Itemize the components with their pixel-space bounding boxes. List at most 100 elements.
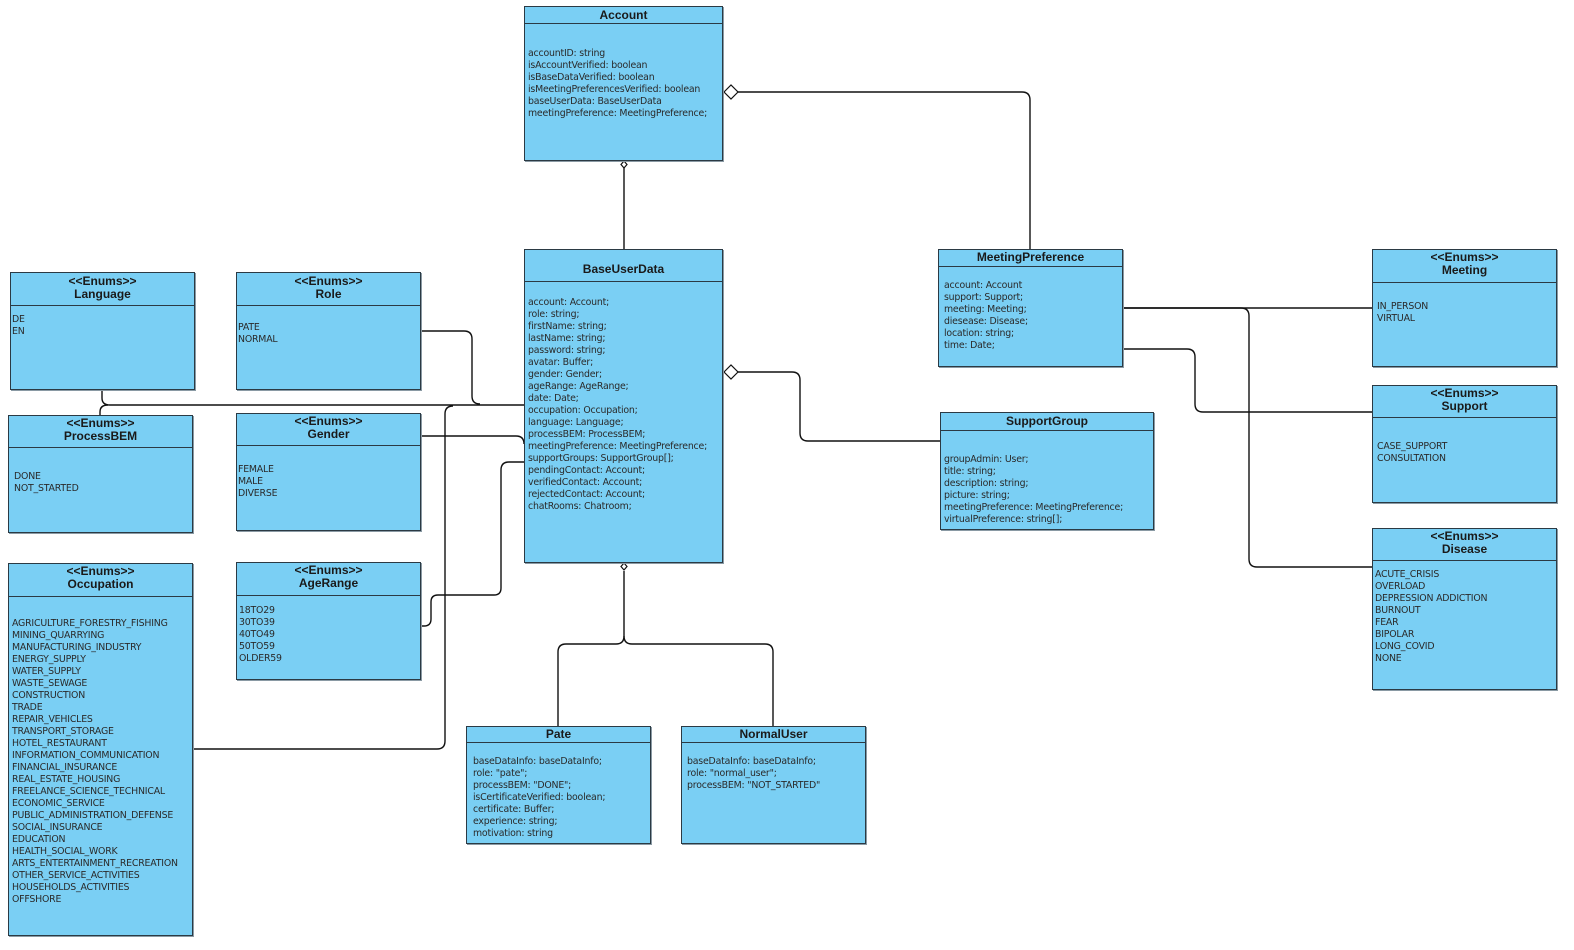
list-item: LONG_COVID (1375, 641, 1435, 652)
class-meeting-preference[interactable]: MeetingPreference account: Account suppor… (938, 249, 1123, 367)
enum-occupation[interactable]: <<Enums>> Occupation AGRICULTURE_FORESTR… (8, 563, 193, 936)
connector-baseuserdata-pate[interactable] (557, 571, 625, 726)
list-item: IN_PERSON (1377, 301, 1429, 312)
class-base-user-data[interactable]: BaseUserData account: Account; role: stri… (524, 249, 723, 563)
list-item: baseDataInfo: baseDataInfo; (687, 756, 816, 767)
list-item: baseUserData: BaseUserData (528, 96, 662, 107)
list-item: FINANCIAL_INSURANCE (12, 762, 118, 773)
connector-meetingpreference-disease[interactable] (1122, 307, 1372, 568)
enum-role[interactable]: <<Enums>> Role PATE NORMAL (236, 272, 421, 390)
enum-header: <<Enums>> Role (237, 273, 420, 306)
enum-header: <<Enums>> ProcessBEM (9, 416, 192, 448)
class-header: BaseUserData (525, 250, 722, 282)
list-item: motivation: string (473, 828, 553, 839)
connector-language-baseuserdata[interactable] (101, 390, 524, 406)
list-item: password: string; (528, 345, 606, 356)
list-item: TRADE (12, 702, 43, 713)
connector-account-meetingpreference[interactable] (738, 91, 1031, 249)
enum-name: Language (74, 287, 131, 301)
enum-values: DE EN (11, 306, 194, 338)
list-item: 40TO49 (239, 629, 275, 640)
list-item: REPAIR_VEHICLES (12, 714, 93, 725)
list-item: VIRTUAL (1377, 313, 1415, 324)
class-name: NormalUser (739, 727, 808, 741)
class-support-group[interactable]: SupportGroup groupAdmin: User; title: str… (940, 412, 1154, 530)
attribute-list: account: Account support: Support; meeting… (939, 267, 1122, 352)
connector-meetingpreference-support[interactable] (1122, 348, 1372, 413)
list-item: MALE (238, 476, 263, 487)
enum-values: IN_PERSON VIRTUAL (1373, 283, 1556, 325)
enum-gender[interactable]: <<Enums>> Gender FEMALE MALE DIVERSE (236, 413, 421, 531)
enum-name: Meeting (1441, 263, 1488, 277)
class-pate[interactable]: Pate baseDataInfo: baseDataInfo; role: "p… (466, 726, 651, 844)
list-item: AGRICULTURE_FORESTRY_FISHING (12, 618, 168, 629)
enum-values: DONE NOT_STARTED (9, 448, 192, 495)
list-item: picture: string; (944, 490, 1010, 501)
enum-header: <<Enums>> Gender (237, 414, 420, 446)
list-item: chatRooms: Chatroom; (528, 501, 632, 512)
class-name: Account (599, 8, 648, 22)
connector-gender-baseuserdata[interactable] (420, 435, 525, 445)
enum-disease[interactable]: <<Enums>> Disease ACUTE_CRISIS OVERLOAD DE… (1372, 528, 1557, 690)
list-item: support: Support; (944, 292, 1023, 303)
enum-values: AGRICULTURE_FORESTRY_FISHING MINING_QUARR… (9, 597, 192, 906)
list-item: REAL_ESTATE_HOUSING (12, 774, 121, 785)
enum-header: <<Enums>> Language (11, 273, 194, 306)
attribute-list: groupAdmin: User; title: string; descripti… (941, 431, 1153, 526)
connector-baseuserdata-supportgroup[interactable] (738, 371, 940, 442)
list-item: BURNOUT (1375, 605, 1421, 616)
list-item: FEMALE (238, 464, 274, 475)
enum-name: Support (1441, 399, 1488, 413)
list-item: virtualPreference: string[]; (944, 514, 1063, 525)
list-item: ECONOMIC_SERVICE (12, 798, 105, 809)
enum-values: FEMALE MALE DIVERSE (237, 446, 420, 500)
enum-header: <<Enums>> Support (1373, 386, 1556, 418)
enum-process-bem[interactable]: <<Enums>> ProcessBEM DONE NOT_STARTED (8, 415, 193, 533)
list-item: isMeetingPreferencesVerified: boolean (528, 84, 701, 95)
list-item: role: "pate"; (473, 768, 528, 779)
enum-header: <<Enums>> Meeting (1373, 250, 1556, 283)
list-item: OLDER59 (239, 653, 282, 664)
list-item: meetingPreference: MeetingPreference; (944, 502, 1124, 513)
enum-name: Occupation (67, 577, 134, 591)
list-item: isBaseDataVerified: boolean (528, 72, 655, 83)
list-item: processBEM: ProcessBEM; (528, 429, 646, 440)
enum-values: PATE NORMAL (237, 306, 420, 346)
list-item: TRANSPORT_STORAGE (12, 726, 114, 737)
list-item: WASTE_SEWAGE (12, 678, 88, 689)
list-item: processBEM: "NOT_STARTED" (687, 780, 821, 791)
list-item: FEAR (1375, 617, 1399, 628)
list-item: ARTS_ENTERTAINMENT_RECREATION (12, 858, 178, 869)
attribute-list: account: Account; role: string; firstName:… (525, 282, 722, 513)
list-item: date: Date; (528, 393, 579, 404)
enum-name: AgeRange (298, 576, 359, 590)
list-item: gender: Gender; (528, 369, 602, 380)
list-item: OFFSHORE (12, 894, 62, 905)
list-item: avatar: Buffer; (528, 357, 594, 368)
class-header: NormalUser (682, 727, 865, 743)
list-item: EN (12, 326, 25, 337)
connector-agerange-baseuserdata[interactable] (420, 461, 524, 627)
list-item: ENERGY_SUPPLY (12, 654, 86, 665)
enum-values: CASE_SUPPORT CONSULTATION (1373, 418, 1556, 465)
enum-age-range[interactable]: <<Enums>> AgeRange 18TO29 30TO39 40TO49 50T… (236, 562, 421, 680)
aggregation-diamond-baseuserdata-supportgroup (723, 364, 739, 380)
list-item: occupation: Occupation; (528, 405, 638, 416)
enum-name: Role (315, 287, 342, 301)
connector-processbem-baseuserdata[interactable] (99, 404, 109, 415)
class-account[interactable]: Account accountID: string isAccountVerifi… (524, 6, 723, 161)
list-item: processBEM: "DONE"; (473, 780, 572, 791)
connector-role-baseuserdata[interactable] (420, 330, 481, 405)
list-item: title: string; (944, 466, 996, 477)
class-normal-user[interactable]: NormalUser baseDataInfo: baseDataInfo; ro… (681, 726, 866, 844)
list-item: HOUSEHOLDS_ACTIVITIES (12, 882, 130, 893)
enum-language[interactable]: <<Enums>> Language DE EN (10, 272, 195, 390)
list-item: firstName: string; (528, 321, 607, 332)
connector-baseuserdata-normaluser[interactable] (623, 635, 774, 726)
list-item: OVERLOAD (1375, 581, 1426, 592)
enum-support[interactable]: <<Enums>> Support CASE_SUPPORT CONSULTATI… (1372, 385, 1557, 503)
enum-meeting[interactable]: <<Enums>> Meeting IN_PERSON VIRTUAL (1372, 249, 1557, 367)
enum-name: Gender (307, 427, 350, 441)
list-item: MANUFACTURING_INDUSTRY (12, 642, 142, 653)
list-item: CONSTRUCTION (12, 690, 86, 701)
